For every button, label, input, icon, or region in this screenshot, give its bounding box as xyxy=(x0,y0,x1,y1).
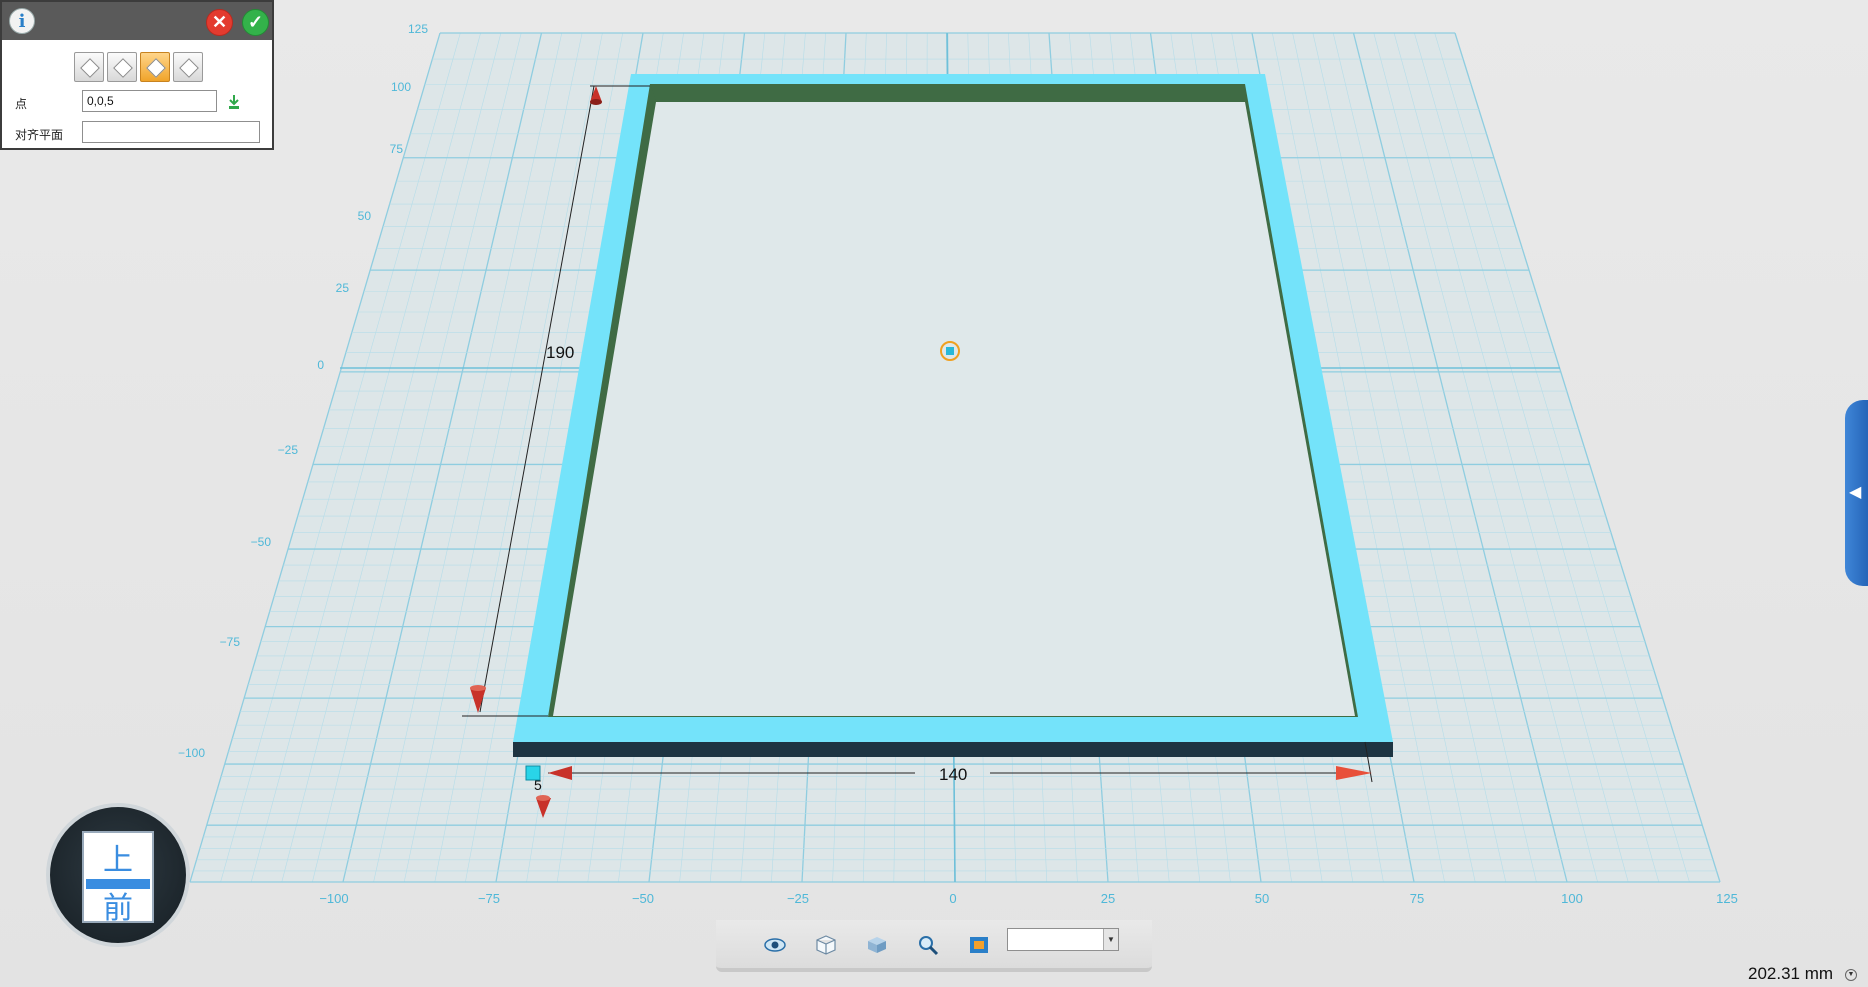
dimension-5-label: 5 xyxy=(534,777,542,793)
side-panel-toggle[interactable]: ◀ xyxy=(1845,400,1868,586)
y-tick-label: 25 xyxy=(336,281,350,295)
chevron-left-icon: ◀ xyxy=(1849,484,1862,501)
bottom-toolbar: ▼ xyxy=(716,920,1152,972)
check-icon[interactable]: ✓ xyxy=(242,9,269,36)
x-tick-label: −75 xyxy=(478,891,500,906)
point-label: 点 xyxy=(15,97,28,111)
pick-point-icon[interactable] xyxy=(227,94,241,110)
y-tick-label: −50 xyxy=(251,535,272,549)
plane-mode-2-button[interactable] xyxy=(107,52,137,82)
y-tick-label: −75 xyxy=(220,635,241,649)
scale-readout: 202.31 mm xyxy=(1748,964,1834,983)
y-tick-label: −100 xyxy=(178,746,205,760)
scale-dropdown-icon[interactable]: ▼ xyxy=(1845,969,1857,981)
x-tick-label: 50 xyxy=(1255,891,1269,906)
cube-solid-icon[interactable] xyxy=(864,932,890,958)
dimension-190-label: 190 xyxy=(546,343,574,362)
x-tick-label: −50 xyxy=(632,891,654,906)
y-tick-label: 50 xyxy=(358,209,372,223)
align-plane-label: 对齐平面 xyxy=(15,128,64,142)
dimension-140-label: 140 xyxy=(939,765,967,784)
x-tick-label: −100 xyxy=(319,891,348,906)
x-tick-label: 75 xyxy=(1410,891,1424,906)
plane-mode-3-button[interactable] xyxy=(140,52,170,82)
point-input[interactable] xyxy=(82,90,217,112)
fit-view-icon[interactable] xyxy=(966,932,992,958)
close-icon[interactable]: ✕ xyxy=(206,9,233,36)
view-select[interactable]: ▼ xyxy=(1007,928,1119,951)
y-tick-label: 125 xyxy=(408,22,428,36)
panel-header: i ✕ ✓ xyxy=(2,2,272,40)
plane-mode-1-button[interactable] xyxy=(74,52,104,82)
view-cube-top-label[interactable]: 上 xyxy=(84,835,152,879)
x-tick-label: 25 xyxy=(1101,891,1115,906)
x-tick-label: 0 xyxy=(949,891,956,906)
y-tick-label: 75 xyxy=(390,142,404,156)
x-tick-label: 100 xyxy=(1561,891,1583,906)
view-cube[interactable]: 上 前 xyxy=(46,803,190,947)
chevron-down-icon[interactable]: ▼ xyxy=(1103,929,1118,950)
rect-frame-model[interactable] xyxy=(513,74,1393,757)
y-tick-label: 100 xyxy=(391,80,411,94)
zoom-icon[interactable] xyxy=(915,932,941,958)
move-panel: i ✕ ✓ 点 对齐平面 xyxy=(0,0,274,150)
viewport-3d[interactable]: −100 −75 −50 −25 0 25 50 75 100 125 125 100 75 50 25 0… xyxy=(0,0,1868,987)
x-tick-label: 125 xyxy=(1716,891,1738,906)
x-tick-label: −25 xyxy=(787,891,809,906)
eye-icon[interactable] xyxy=(762,932,788,958)
plane-mode-4-button[interactable] xyxy=(173,52,203,82)
view-cube-front-label[interactable]: 前 xyxy=(84,883,152,927)
info-icon[interactable]: i xyxy=(9,8,35,34)
y-tick-label: 0 xyxy=(317,358,324,372)
cube-wire-icon[interactable] xyxy=(813,932,839,958)
align-plane-input[interactable] xyxy=(82,121,260,143)
view-cube-face[interactable]: 上 前 xyxy=(82,831,154,926)
y-tick-label: −25 xyxy=(278,443,299,457)
